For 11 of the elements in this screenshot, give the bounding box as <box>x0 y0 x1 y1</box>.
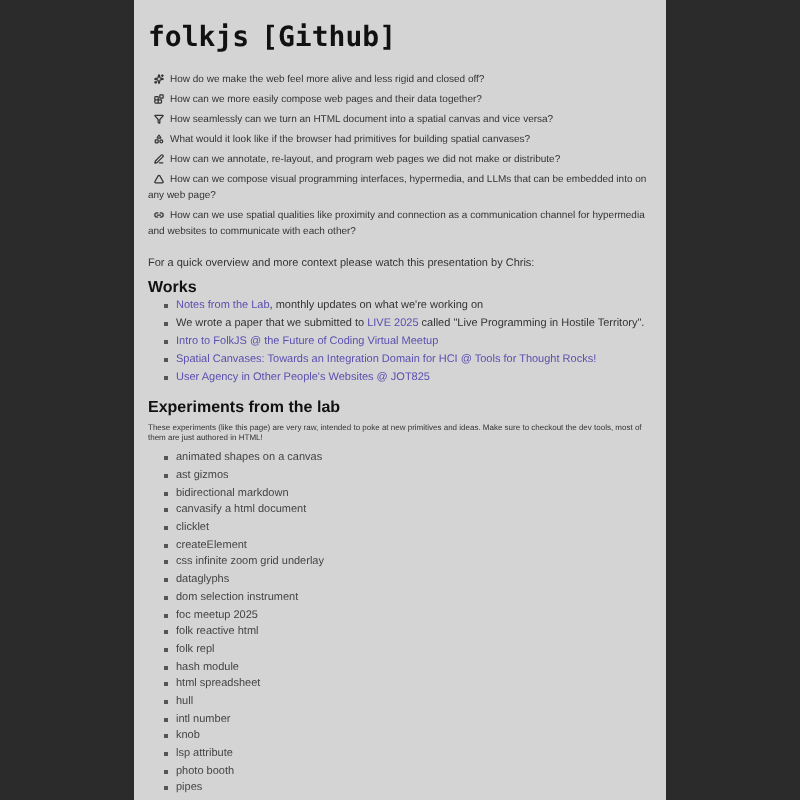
link-icon <box>154 209 164 219</box>
blocks-icon <box>154 93 164 103</box>
github-link[interactable]: [Github] <box>261 20 397 56</box>
page-title: folkjs <box>148 20 250 56</box>
pen-icon <box>154 153 164 163</box>
shapes-icon <box>154 133 164 143</box>
funnel-icon <box>154 113 164 123</box>
section-heading: Works <box>148 278 199 298</box>
sparkle-icon <box>154 73 164 83</box>
triangle-icon <box>154 173 164 183</box>
section-heading: Experiments from the lab <box>148 398 343 418</box>
